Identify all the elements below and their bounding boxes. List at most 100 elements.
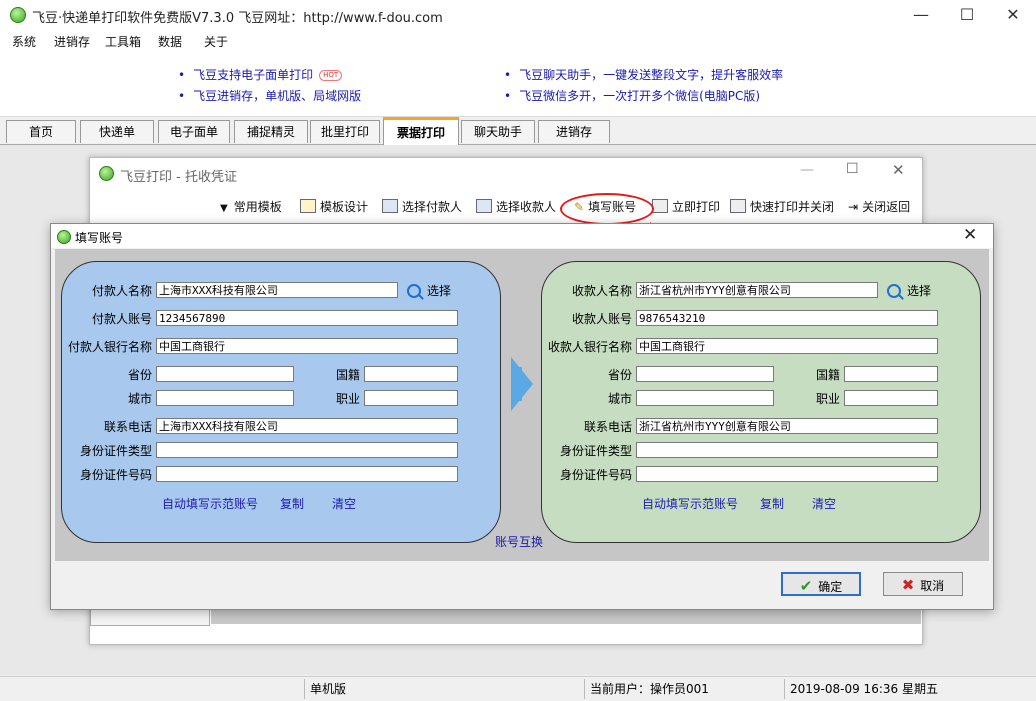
promo-link-eface[interactable]: • 飞豆支持电子面单打印 HOT (178, 66, 343, 83)
tab-chat-assistant[interactable]: 聊天助手 (461, 120, 535, 143)
hot-badge: HOT (319, 70, 343, 81)
payee-autofill-link[interactable]: 自动填写示范账号 (642, 495, 738, 512)
search-icon (887, 284, 901, 298)
tab-bill-print[interactable]: 票据打印 (383, 117, 459, 146)
inner-maximize-button[interactable]: ☐ (846, 161, 859, 177)
tab-express[interactable]: 快递单 (80, 120, 154, 143)
inner-logo-icon (99, 166, 114, 181)
design-icon (300, 199, 316, 213)
cancel-button[interactable]: ✖ 取消 (883, 572, 963, 596)
swap-accounts-link[interactable]: 账号互换 (495, 533, 543, 550)
payer-bank-label: 付款人银行名称 (67, 340, 152, 354)
payer-account-label: 付款人账号 (91, 312, 152, 326)
tab-capture[interactable]: 捕捉精灵 (234, 120, 308, 143)
promo-link-inventory[interactable]: • 飞豆进销存，单机版、局域网版 (178, 87, 361, 104)
payee-idno-label: 身份证件号码 (559, 468, 632, 482)
payee-city-label: 城市 (607, 392, 632, 406)
common-template-button[interactable]: ▼ 常用模板 (220, 198, 282, 215)
status-current-user: 当前用户：操作员001 (590, 682, 709, 696)
payer-job-field[interactable] (364, 390, 458, 406)
payee-select-button[interactable]: 选择 (887, 282, 931, 299)
inner-minimize-button[interactable]: — (800, 162, 814, 178)
payer-province-field[interactable] (156, 366, 294, 382)
promo-link-wechat[interactable]: • 飞豆微信多开，一次打开多个微信(电脑PC版) (504, 87, 760, 104)
status-divider (304, 679, 305, 699)
fill-account-dialog: 填写账号 ✕ 付款人名称 上海市XXX科技有限公司 选择 付款人账号 12345… (50, 223, 994, 610)
payee-idno-field[interactable] (636, 466, 938, 482)
exit-icon: ⇥ (848, 200, 859, 214)
main-tab-bar: 首页 快递单 电子面单 捕捉精灵 批里打印 票据打印 聊天助手 进销存 (0, 117, 1036, 146)
payee-account-field[interactable]: 9876543210 (636, 310, 938, 326)
payer-job-label: 职业 (335, 392, 360, 406)
dialog-titlebar: 填写账号 ✕ (51, 224, 993, 248)
payer-country-field[interactable] (364, 366, 458, 382)
maximize-button[interactable]: ☐ (944, 0, 990, 30)
payee-copy-link[interactable]: 复制 (760, 495, 784, 512)
payer-bank-field[interactable]: 中国工商银行 (156, 338, 458, 354)
payee-clear-link[interactable]: 清空 (812, 495, 836, 512)
inner-close-button[interactable]: ✕ (892, 161, 905, 179)
status-edition: 单机版 (310, 682, 347, 696)
payer-idno-label: 身份证件号码 (79, 468, 152, 482)
payee-country-label: 国籍 (815, 368, 840, 382)
menu-toolbox[interactable]: 工具箱 (105, 33, 141, 50)
dialog-body: 付款人名称 上海市XXX科技有限公司 选择 付款人账号 1234567890 付… (55, 249, 989, 561)
payee-idtype-label: 身份证件类型 (559, 444, 632, 458)
payer-autofill-link[interactable]: 自动填写示范账号 (162, 495, 258, 512)
menu-system[interactable]: 系统 (12, 33, 36, 50)
tab-home[interactable]: 首页 (6, 120, 76, 143)
payer-idtype-label: 身份证件类型 (79, 444, 152, 458)
dialog-title: 填写账号 (75, 231, 124, 245)
payer-city-field[interactable] (156, 390, 294, 406)
payer-idtype-field[interactable] (156, 442, 458, 458)
payee-idtype-field[interactable] (636, 442, 938, 458)
payee-country-field[interactable] (844, 366, 938, 382)
ok-button[interactable]: ✔ 确定 (781, 572, 861, 596)
payer-phone-label: 联系电话 (103, 420, 152, 434)
payee-bank-label: 收款人银行名称 (547, 340, 632, 354)
printer-icon (652, 199, 668, 213)
quick-print-close-button[interactable]: 快速打印并关闭 (730, 198, 834, 215)
printer-icon (730, 199, 746, 213)
payee-name-field[interactable]: 浙江省杭州市YYY创意有限公司 (636, 282, 878, 298)
template-design-button[interactable]: 模板设计 (300, 198, 368, 215)
select-payer-button[interactable]: 选择付款人 (382, 198, 462, 215)
contact-card-icon (382, 199, 398, 213)
menu-data[interactable]: 数据 (158, 33, 182, 50)
payee-panel: 收款人名称 浙江省杭州市YYY创意有限公司 选择 收款人账号 987654321… (541, 261, 981, 543)
menu-bar: 系统 进销存 工具箱 数据 关于 (0, 30, 1036, 52)
payer-panel: 付款人名称 上海市XXX科技有限公司 选择 付款人账号 1234567890 付… (61, 261, 501, 543)
payee-bank-field[interactable]: 中国工商银行 (636, 338, 938, 354)
contact-card-icon (476, 199, 492, 213)
payer-idno-field[interactable] (156, 466, 458, 482)
select-payee-button[interactable]: 选择收款人 (476, 198, 556, 215)
menu-about[interactable]: 关于 (204, 33, 228, 50)
payer-clear-link[interactable]: 清空 (332, 495, 356, 512)
tab-eface[interactable]: 电子面单 (158, 120, 230, 143)
payer-country-label: 国籍 (335, 368, 360, 382)
dialog-close-icon[interactable]: ✕ (963, 225, 977, 245)
payee-province-label: 省份 (607, 368, 632, 382)
promo-link-chat[interactable]: • 飞豆聊天助手，一键发送整段文字，提升客服效率 (504, 66, 783, 83)
menu-inventory[interactable]: 进销存 (54, 33, 90, 50)
close-button[interactable]: ✕ (990, 0, 1036, 30)
tab-batch-print[interactable]: 批里打印 (310, 120, 380, 143)
minimize-button[interactable]: — (898, 0, 944, 30)
payer-select-button[interactable]: 选择 (407, 282, 451, 299)
dialog-logo-icon (57, 230, 71, 244)
payee-province-field[interactable] (636, 366, 774, 382)
app-logo-icon (10, 7, 26, 23)
payer-copy-link[interactable]: 复制 (280, 495, 304, 512)
payee-city-field[interactable] (636, 390, 774, 406)
status-divider (584, 679, 585, 699)
print-now-button[interactable]: 立即打印 (652, 198, 720, 215)
payer-name-field[interactable]: 上海市XXX科技有限公司 (156, 282, 398, 298)
payer-account-field[interactable]: 1234567890 (156, 310, 458, 326)
payee-phone-field[interactable]: 浙江省杭州市YYY创意有限公司 (636, 418, 938, 434)
close-return-button[interactable]: ⇥ 关闭返回 (848, 198, 910, 215)
payer-phone-field[interactable]: 上海市XXX科技有限公司 (156, 418, 458, 434)
payee-phone-label: 联系电话 (583, 420, 632, 434)
payee-job-field[interactable] (844, 390, 938, 406)
status-divider (784, 679, 785, 699)
tab-inventory[interactable]: 进销存 (538, 120, 610, 143)
